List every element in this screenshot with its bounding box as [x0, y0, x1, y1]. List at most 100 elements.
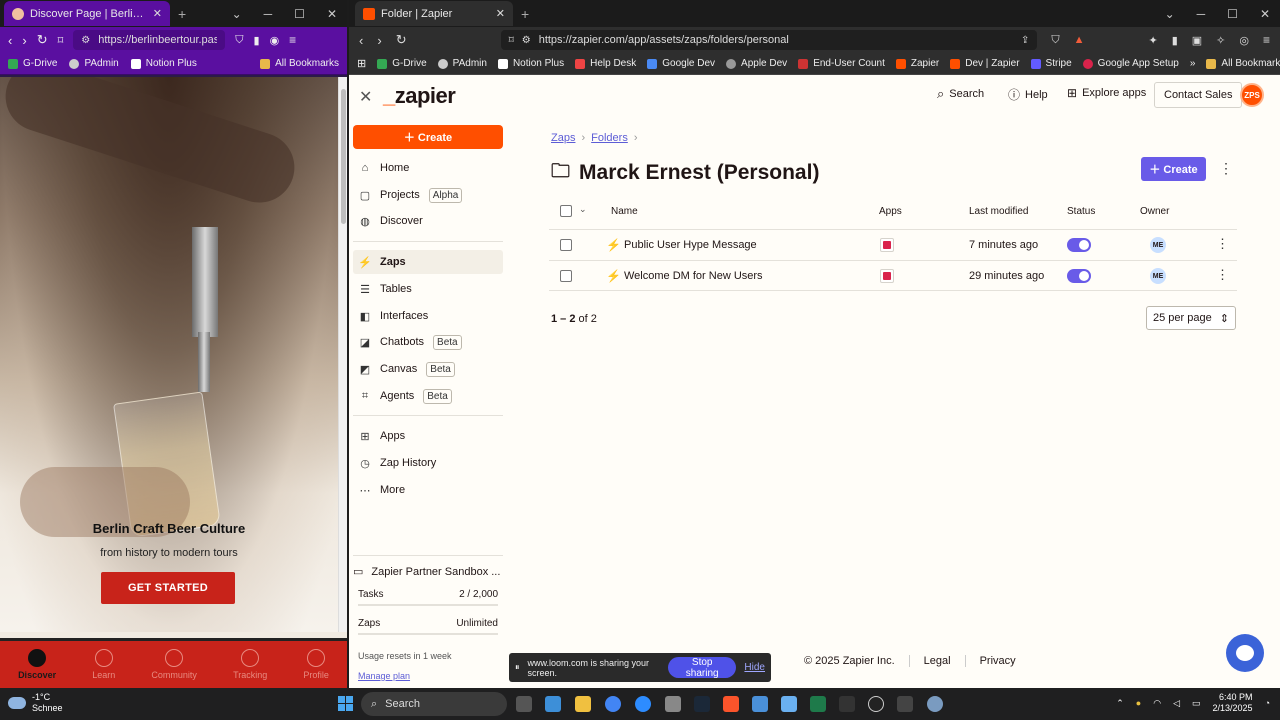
table-row[interactable]: ⚡ Welcome DM for New Users 29 minutes ag… — [549, 260, 1237, 291]
zap-name[interactable]: Welcome DM for New Users — [624, 270, 763, 282]
sidebar-item-tables[interactable]: ☰ Tables — [353, 277, 503, 301]
account-name-row[interactable]: ▭ Zapier Partner Sandbox ... — [353, 565, 503, 579]
help-button[interactable]: ⓘ Help — [1008, 86, 1048, 103]
bookmark-dev-zapier[interactable]: Dev | Zapier — [950, 58, 1020, 69]
zapier-logo[interactable]: _zapier — [383, 83, 456, 109]
maximize-icon[interactable]: ☐ — [294, 7, 305, 21]
tab-list-icon[interactable]: ⌄ — [1165, 7, 1175, 21]
weather-widget[interactable]: -1°C Schnee — [8, 692, 63, 714]
bookmark-gdrive[interactable]: G-Drive — [377, 58, 427, 69]
brave-shield-icon[interactable]: ⛉ — [235, 34, 243, 47]
chevron-up-icon[interactable]: ⌃ — [1116, 698, 1124, 709]
hide-link[interactable]: Hide — [744, 662, 765, 673]
manage-plan-link[interactable]: Manage plan — [353, 671, 503, 681]
privacy-link[interactable]: Privacy — [980, 655, 1016, 667]
table-row[interactable]: ⚡ Public User Hype Message 7 minutes ago… — [549, 229, 1237, 260]
brave-shield-icon[interactable]: ⛉ — [1051, 34, 1059, 47]
bookmark-padmin[interactable]: PAdmin — [69, 58, 119, 69]
unreal-icon[interactable] — [868, 696, 884, 712]
volume-icon[interactable]: ◁ — [1173, 698, 1180, 709]
search-button[interactable]: ⌕ Search — [937, 86, 984, 102]
bookmark-notion[interactable]: Notion Plus — [497, 58, 564, 69]
nav-discover[interactable]: Discover — [18, 649, 56, 680]
sidebar-item-apps[interactable]: ⊞ Apps — [353, 424, 503, 448]
sidebar-item-canvas[interactable]: ◩ Canvas Beta — [353, 357, 503, 381]
file-explorer-icon[interactable] — [575, 696, 591, 712]
close-window-icon[interactable]: ✕ — [327, 7, 337, 21]
menu-icon[interactable]: ≡ — [1263, 33, 1270, 47]
settings-icon[interactable] — [927, 696, 943, 712]
reload-icon[interactable]: ↻ — [396, 32, 407, 48]
status-toggle[interactable] — [1067, 238, 1091, 252]
per-page-select[interactable]: 25 per page ⇕ — [1146, 306, 1236, 330]
task-view-icon[interactable] — [516, 696, 532, 712]
zoom-icon[interactable] — [635, 696, 651, 712]
left-scrollbar[interactable] — [338, 77, 347, 632]
bookmark-icon[interactable]: ⌑ — [58, 34, 64, 47]
select-all-checkbox[interactable] — [560, 205, 572, 217]
zap-name[interactable]: Public User Hype Message — [624, 239, 757, 251]
sidebar-icon[interactable]: ▮ — [254, 34, 260, 47]
account-avatar[interactable]: ZPS — [1240, 83, 1264, 107]
extensions-icon[interactable]: ✦ — [1148, 34, 1157, 47]
sidebar-item-agents[interactable]: ⌗ Agents Beta — [353, 384, 503, 408]
share-icon[interactable]: ⇪ — [1021, 35, 1029, 46]
drag-handle-icon[interactable]: ⏸ — [515, 662, 520, 673]
bookmark-padmin[interactable]: PAdmin — [437, 58, 487, 69]
minimize-icon[interactable]: ─ — [264, 7, 273, 21]
create-button[interactable]: ＋ Create — [1141, 157, 1206, 181]
brave-icon[interactable] — [723, 696, 739, 712]
contact-sales-button[interactable]: Contact Sales — [1154, 82, 1243, 108]
bookmark-page-icon[interactable]: ⌑ — [509, 35, 514, 46]
minimize-icon[interactable]: ─ — [1197, 7, 1206, 21]
start-button[interactable] — [338, 696, 353, 711]
vpn-icon[interactable]: ◎ — [1239, 34, 1249, 47]
forward-icon[interactable]: › — [377, 33, 381, 48]
explore-apps-button[interactable]: ⊞ Explore apps — [1067, 86, 1146, 100]
sidebar-icon[interactable]: ▮ — [1172, 34, 1178, 47]
bookmark-gdrive[interactable]: G-Drive — [8, 58, 57, 69]
app-icon[interactable] — [752, 696, 768, 712]
sidebar-item-zaps[interactable]: ⚡ Zaps — [353, 250, 503, 274]
bookmark-google-dev[interactable]: Google Dev — [647, 58, 715, 69]
new-tab-icon[interactable]: + — [178, 6, 186, 22]
folder-more-icon[interactable]: ⋮ — [1219, 160, 1233, 177]
nav-profile[interactable]: Profile — [303, 649, 329, 680]
calculator-icon[interactable] — [665, 696, 681, 712]
sidebar-item-chatbots[interactable]: ◪ Chatbots Beta — [353, 330, 503, 354]
steam-icon[interactable] — [694, 696, 710, 712]
terminal-icon[interactable] — [897, 696, 913, 712]
more-bookmarks-icon[interactable]: » — [1190, 58, 1196, 69]
extension-icon[interactable]: ◉ — [270, 34, 280, 47]
taskbar-search[interactable]: ⌕ Search — [361, 692, 507, 716]
forward-icon[interactable]: › — [22, 33, 26, 48]
close-icon[interactable]: ✕ — [359, 87, 372, 107]
col-last-modified[interactable]: Last modified — [969, 206, 1028, 217]
back-icon[interactable]: ‹ — [8, 33, 12, 48]
zapier-tab[interactable]: Folder | Zapier ✕ — [355, 1, 513, 26]
chevron-down-icon[interactable]: ⌄ — [579, 204, 587, 215]
tab-list-icon[interactable]: ⌄ — [232, 7, 242, 21]
sidebar-item-discover[interactable]: ◍ Discover — [353, 209, 503, 233]
chat-support-button[interactable] — [1226, 634, 1264, 672]
leo-ai-icon[interactable]: ✧ — [1216, 34, 1225, 47]
maximize-icon[interactable]: ☐ — [1227, 7, 1238, 21]
close-tab-icon[interactable]: ✕ — [153, 7, 162, 20]
address-bar[interactable]: ⌑ ⚙ https://zapier.com/app/assets/zaps/f… — [500, 30, 1038, 50]
legal-link[interactable]: Legal — [924, 655, 951, 667]
notification-icon[interactable]: ◔ — [1265, 698, 1270, 708]
bookmark-end-user-count[interactable]: End-User Count — [798, 58, 885, 69]
bookmark-stripe[interactable]: Stripe — [1030, 58, 1072, 69]
bookmark-help-desk[interactable]: Help Desk — [575, 58, 636, 69]
row-more-icon[interactable]: ⋮ — [1216, 236, 1229, 252]
bookmark-all[interactable]: All Bookmarks — [260, 58, 339, 69]
notepad-icon[interactable] — [781, 696, 797, 712]
bookmark-google-app-setup[interactable]: Google App Setup — [1082, 58, 1179, 69]
battery-icon[interactable]: ▭ — [1192, 698, 1201, 709]
site-settings-icon[interactable]: ⚙ — [522, 35, 531, 46]
bookmark-notion[interactable]: Notion Plus — [130, 58, 197, 69]
left-active-tab[interactable]: Discover Page | Berlin Beer Tour ✕ — [4, 1, 170, 26]
back-icon[interactable]: ‹ — [359, 33, 363, 48]
nav-learn[interactable]: Learn — [92, 649, 115, 680]
sidebar-item-home[interactable]: ⌂ Home — [353, 156, 503, 180]
